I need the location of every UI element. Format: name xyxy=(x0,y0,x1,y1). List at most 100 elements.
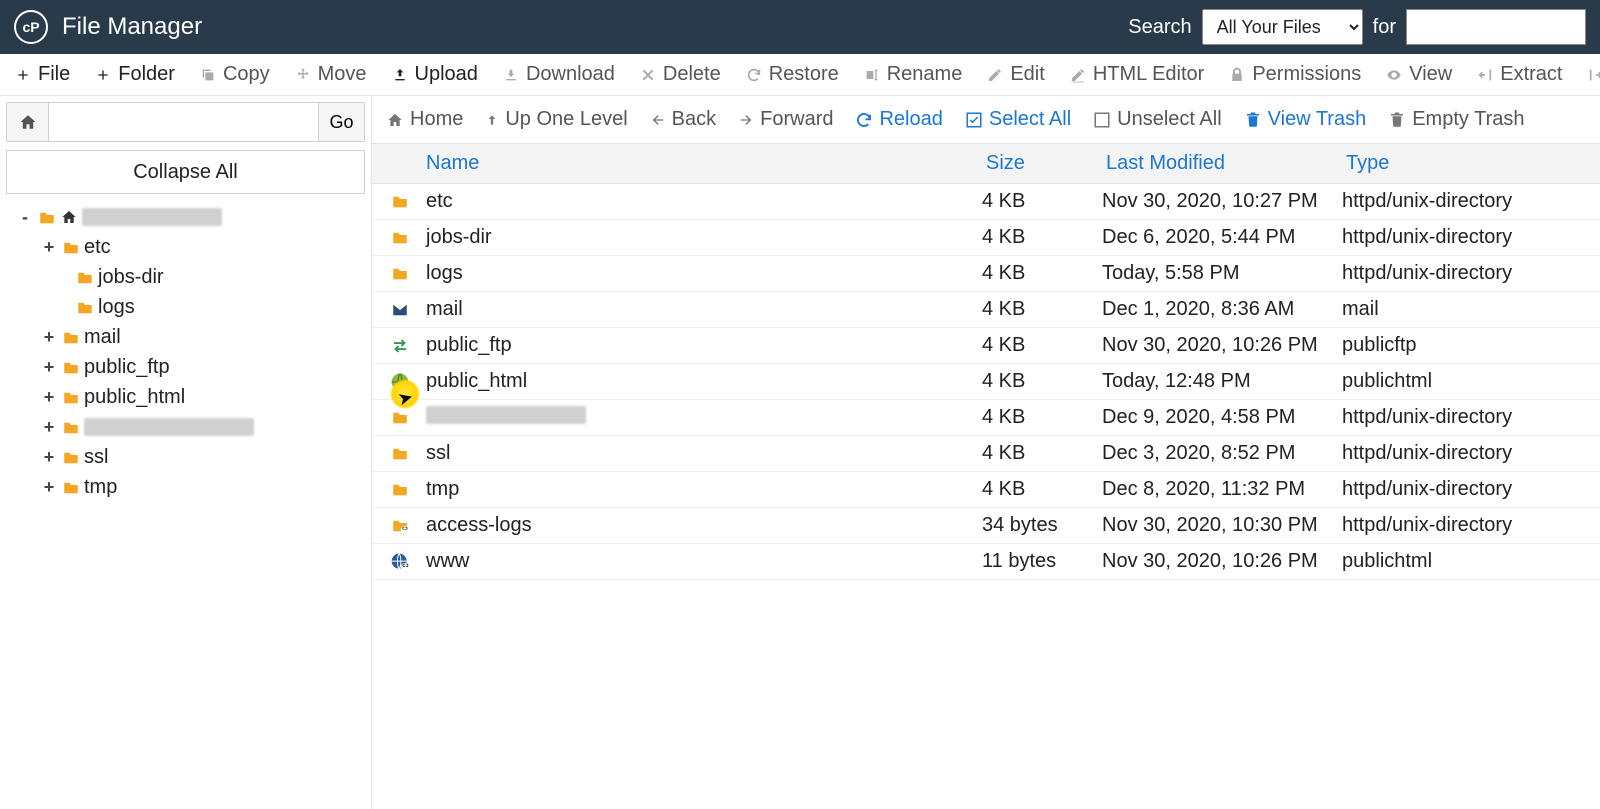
nav-selectall-button[interactable]: Select All xyxy=(965,108,1071,131)
row-type: httpd/unix-directory xyxy=(1342,478,1542,501)
nav-back-button[interactable]: Back xyxy=(650,108,716,131)
table-row[interactable]: public_ftp 4 KB Nov 30, 2020, 10:26 PM p… xyxy=(372,328,1600,364)
expand-toggle[interactable]: + xyxy=(42,233,56,261)
tree-node[interactable]: + tmp xyxy=(6,472,365,502)
row-size: 4 KB xyxy=(982,370,1102,393)
row-type: httpd/unix-directory xyxy=(1342,262,1542,285)
tree-node[interactable]: + public_html xyxy=(6,382,365,412)
row-type: mail xyxy=(1342,298,1542,321)
tree-node[interactable]: + x xyxy=(6,412,365,442)
tree-node[interactable]: + etc xyxy=(6,232,365,262)
col-name[interactable]: Name xyxy=(422,152,982,175)
file-table: Name Size Last Modified Type etc 4 KB No… xyxy=(372,144,1600,809)
expand-toggle[interactable]: + xyxy=(42,413,56,441)
table-row[interactable]: access-logs 34 bytes Nov 30, 2020, 10:30… xyxy=(372,508,1600,544)
search-input[interactable] xyxy=(1406,9,1586,45)
table-row[interactable]: 4 KB Dec 9, 2020, 4:58 PM httpd/unix-dir… xyxy=(372,400,1600,436)
folder-icon xyxy=(74,299,94,315)
nav-forward-button[interactable]: Forward xyxy=(738,108,833,131)
expand-toggle[interactable]: + xyxy=(42,323,56,351)
search-scope-select[interactable]: All Your Files xyxy=(1202,9,1363,45)
right-icon xyxy=(738,112,754,128)
globe-icon xyxy=(378,372,422,392)
tree-node[interactable]: - x xyxy=(6,202,365,232)
home-icon[interactable] xyxy=(7,103,49,141)
col-modified[interactable]: Last Modified xyxy=(1102,152,1342,175)
folder-link-icon xyxy=(378,517,422,535)
expand-toggle[interactable]: + xyxy=(42,383,56,411)
expand-toggle[interactable]: + xyxy=(42,353,56,381)
collapse-all-button[interactable]: Collapse All xyxy=(6,150,365,194)
expand-toggle[interactable]: + xyxy=(42,443,56,471)
row-modified: Today, 12:48 PM xyxy=(1102,370,1342,393)
restore-button: Restore xyxy=(739,59,845,90)
up-icon xyxy=(485,112,499,128)
permissions-button: Permissions xyxy=(1222,59,1367,90)
row-modified: Today, 5:58 PM xyxy=(1102,262,1342,285)
htmleditor-button: HTML Editor xyxy=(1063,59,1211,90)
nav-unselectall-button[interactable]: Unselect All xyxy=(1093,108,1222,131)
tree-node[interactable]: + public_ftp xyxy=(6,352,365,382)
row-name: tmp xyxy=(422,478,982,501)
main-layout: Go Collapse All - x+ etc jobs-dir logs+ … xyxy=(0,96,1600,809)
folder-icon xyxy=(378,265,422,283)
folder-button[interactable]: Folder xyxy=(88,59,181,90)
copy-icon xyxy=(199,66,217,84)
table-row[interactable]: mail 4 KB Dec 1, 2020, 8:36 AM mail xyxy=(372,292,1600,328)
row-name: public_html xyxy=(422,370,982,393)
row-modified: Dec 8, 2020, 11:32 PM xyxy=(1102,478,1342,501)
mail-icon xyxy=(378,301,422,319)
row-name: ssl xyxy=(422,442,982,465)
eye-icon xyxy=(1385,66,1403,84)
row-type: httpd/unix-directory xyxy=(1342,514,1542,537)
go-button[interactable]: Go xyxy=(318,103,364,141)
compress-button: Comp xyxy=(1581,59,1600,90)
table-row[interactable]: www 11 bytes Nov 30, 2020, 10:26 PM publ… xyxy=(372,544,1600,580)
nav-emptytrash-button[interactable]: Empty Trash xyxy=(1388,108,1524,131)
expand-toggle[interactable]: - xyxy=(18,203,32,231)
table-row[interactable]: logs 4 KB Today, 5:58 PM httpd/unix-dire… xyxy=(372,256,1600,292)
table-row[interactable]: etc 4 KB Nov 30, 2020, 10:27 PM httpd/un… xyxy=(372,184,1600,220)
nav-up-button[interactable]: Up One Level xyxy=(485,108,627,131)
upload-icon xyxy=(391,66,409,84)
row-modified: Dec 9, 2020, 4:58 PM xyxy=(1102,406,1342,429)
nav-viewtrash-button[interactable]: View Trash xyxy=(1244,108,1367,131)
row-size: 4 KB xyxy=(982,406,1102,429)
table-row[interactable]: public_html 4 KB Today, 12:48 PM publich… xyxy=(372,364,1600,400)
home-icon xyxy=(60,209,78,225)
home-icon xyxy=(386,112,404,128)
nav-home-button[interactable]: Home xyxy=(386,108,463,131)
tree-node[interactable]: + mail xyxy=(6,322,365,352)
table-row[interactable]: tmp 4 KB Dec 8, 2020, 11:32 PM httpd/uni… xyxy=(372,472,1600,508)
tree-node[interactable]: jobs-dir xyxy=(6,262,365,292)
row-size: 4 KB xyxy=(982,478,1102,501)
trash-icon xyxy=(1388,111,1406,129)
row-modified: Nov 30, 2020, 10:30 PM xyxy=(1102,514,1342,537)
tree-node[interactable]: + ssl xyxy=(6,442,365,472)
tree-node[interactable]: logs xyxy=(6,292,365,322)
upload-button[interactable]: Upload xyxy=(385,59,484,90)
col-size[interactable]: Size xyxy=(982,152,1102,175)
move-button: Move xyxy=(288,59,373,90)
row-size: 34 bytes xyxy=(982,514,1102,537)
table-row[interactable]: jobs-dir 4 KB Dec 6, 2020, 5:44 PM httpd… xyxy=(372,220,1600,256)
path-input[interactable] xyxy=(49,103,318,141)
folder-icon xyxy=(378,409,422,427)
row-modified: Nov 30, 2020, 10:27 PM xyxy=(1102,190,1342,213)
row-name: jobs-dir xyxy=(422,226,982,249)
file-button[interactable]: File xyxy=(8,59,76,90)
path-bar: Go xyxy=(6,102,365,142)
col-type[interactable]: Type xyxy=(1342,152,1542,175)
expand-toggle[interactable]: + xyxy=(42,473,56,501)
download-icon xyxy=(502,66,520,84)
folder-icon xyxy=(378,481,422,499)
reload-icon xyxy=(855,111,873,129)
folder-icon xyxy=(60,449,80,465)
row-size: 4 KB xyxy=(982,262,1102,285)
delete-icon xyxy=(639,66,657,84)
table-row[interactable]: ssl 4 KB Dec 3, 2020, 8:52 PM httpd/unix… xyxy=(372,436,1600,472)
folder-icon xyxy=(60,359,80,375)
compress-icon xyxy=(1587,66,1600,84)
ftp-icon xyxy=(378,337,422,355)
nav-reload-button[interactable]: Reload xyxy=(855,108,942,131)
